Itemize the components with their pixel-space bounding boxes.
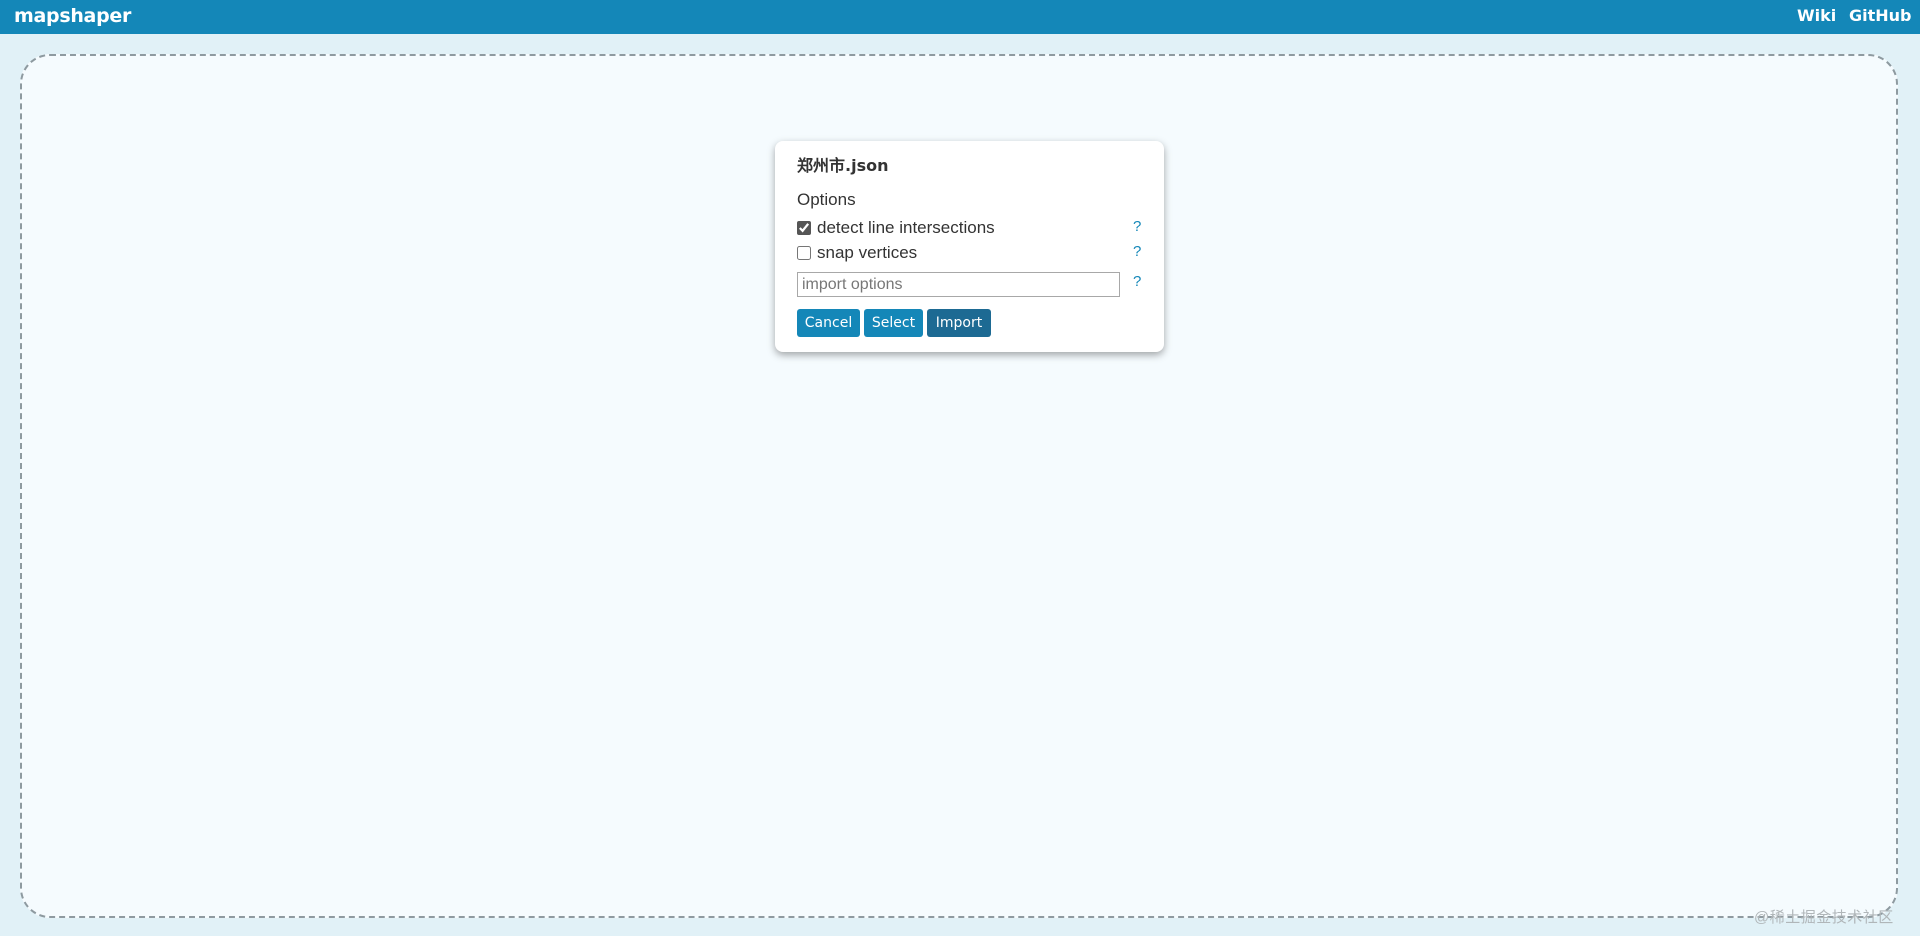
help-icon[interactable]: ? — [1133, 273, 1141, 290]
watermark: @稀土掘金技术社区 — [1754, 909, 1894, 926]
help-icon[interactable]: ? — [1133, 243, 1141, 260]
option-snap-vertices[interactable]: snap vertices — [797, 243, 917, 263]
options-heading: Options — [797, 190, 856, 209]
option-detect-intersections[interactable]: detect line intersections — [797, 218, 995, 238]
detect-intersections-label[interactable]: detect line intersections — [817, 218, 995, 238]
cancel-button[interactable]: Cancel — [797, 309, 860, 337]
wiki-link[interactable]: Wiki — [1797, 6, 1836, 25]
select-button[interactable]: Select — [864, 309, 923, 337]
top-bar: mapshaper Wiki GitHub — [0, 0, 1920, 34]
github-link[interactable]: GitHub — [1849, 6, 1912, 25]
snap-vertices-checkbox[interactable] — [797, 246, 811, 260]
file-drop-zone[interactable]: 郑州市.json Options detect line intersectio… — [20, 54, 1898, 918]
detect-intersections-checkbox[interactable] — [797, 221, 811, 235]
help-icon[interactable]: ? — [1133, 218, 1141, 235]
snap-vertices-label[interactable]: snap vertices — [817, 243, 917, 263]
import-dialog: 郑州市.json Options detect line intersectio… — [775, 141, 1164, 352]
app-logo[interactable]: mapshaper — [14, 5, 131, 27]
import-options-input[interactable] — [797, 272, 1120, 297]
import-button[interactable]: Import — [927, 309, 991, 337]
dialog-filename: 郑州市.json — [797, 156, 889, 175]
